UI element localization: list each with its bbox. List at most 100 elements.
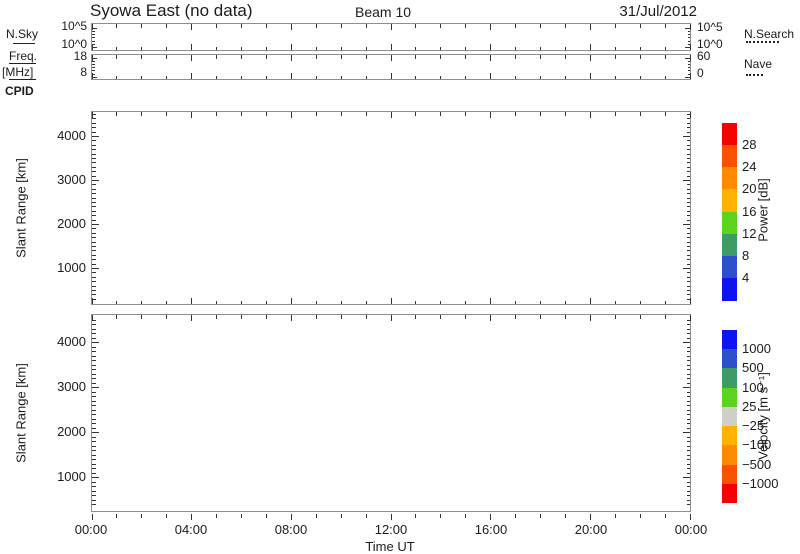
- y-axis-tick: [685, 47, 690, 48]
- x-axis-tick: [440, 24, 441, 28]
- x-axis-tick: [515, 315, 516, 319]
- x-axis-tick: [141, 112, 142, 116]
- x-axis-tick: [191, 514, 192, 520]
- freq-ytick-bottom-left: 8: [55, 66, 87, 80]
- y-axis-tick: [92, 299, 96, 300]
- y-axis-tick: [92, 464, 96, 465]
- y-axis-tick: [687, 459, 691, 460]
- x-axis-tick: [316, 47, 317, 51]
- power-ytick-4000: 4000: [38, 129, 86, 144]
- frequency-panel: [91, 54, 691, 80]
- y-axis-tick: [92, 446, 96, 447]
- y-axis-tick: [92, 233, 96, 234]
- y-axis-tick: [687, 423, 691, 424]
- y-axis-tick: [687, 176, 691, 177]
- x-axis-tick: [465, 315, 466, 319]
- colorbar-segment: [722, 278, 737, 301]
- y-axis-tick: [92, 410, 96, 411]
- x-axis-tick: [590, 55, 591, 61]
- x-axis-tick: [640, 47, 641, 51]
- y-axis-tick: [687, 264, 691, 265]
- x-axis-tick: [590, 315, 591, 321]
- x-axis-tick: [241, 24, 242, 28]
- x-axis-tick: [166, 55, 167, 59]
- x-axis-tick: [515, 301, 516, 305]
- y-axis-tick: [92, 286, 96, 287]
- y-axis-tick: [92, 419, 96, 420]
- x-axis-tick: [216, 112, 217, 116]
- x-axis-tick: [116, 24, 117, 28]
- y-axis-tick: [687, 299, 691, 300]
- x-axis-tick: [615, 24, 616, 28]
- x-axis-tick: [565, 301, 566, 305]
- y-axis-tick: [687, 383, 691, 384]
- x-axis-tick: [241, 315, 242, 319]
- x-axis-tick: [440, 47, 441, 51]
- x-axis-tick: [316, 112, 317, 116]
- y-axis-tick: [92, 329, 96, 330]
- x-axis-tick: [515, 514, 516, 518]
- x-axis-tick: [116, 47, 117, 51]
- x-axis-tick: [490, 514, 491, 520]
- power-panel: [91, 111, 691, 305]
- x-axis-tick: [415, 24, 416, 28]
- xtick-0400: 04:00: [161, 523, 221, 538]
- y-axis-tick: [92, 290, 96, 291]
- y-axis-tick: [92, 140, 96, 141]
- y-axis-tick: [687, 441, 691, 442]
- colorbar-tick-label: 4: [742, 270, 749, 285]
- x-axis-tick: [440, 315, 441, 319]
- y-axis-tick: [92, 114, 96, 115]
- y-axis-tick: [92, 255, 96, 256]
- colorbar-segment: [722, 123, 737, 146]
- y-axis-tick: [92, 167, 96, 168]
- y-axis-tick: [92, 132, 96, 133]
- y-axis-tick: [687, 428, 691, 429]
- y-axis-tick: [688, 67, 691, 68]
- colorbar-segment: [722, 330, 737, 350]
- y-axis-tick: [687, 347, 691, 348]
- x-axis-tick: [366, 76, 367, 80]
- y-axis-tick: [92, 198, 96, 199]
- x-axis-tick: [665, 315, 666, 319]
- y-axis-tick: [687, 405, 691, 406]
- y-axis-tick: [92, 67, 95, 68]
- x-axis-tick: [640, 112, 641, 116]
- x-axis-tick: [391, 514, 392, 520]
- y-axis-tick: [687, 500, 691, 501]
- x-axis-tick: [490, 112, 491, 118]
- x-axis-tick: [116, 55, 117, 59]
- x-axis-tick: [241, 76, 242, 80]
- x-axis-tick: [141, 55, 142, 59]
- y-axis-tick: [687, 255, 691, 256]
- x-axis-tick: [415, 301, 416, 305]
- y-axis-tick: [92, 356, 96, 357]
- y-axis-tick: [92, 145, 96, 146]
- power-ytick-1000: 1000: [38, 261, 86, 276]
- velocity-ytick-2000: 2000: [38, 425, 86, 440]
- xaxis-title: Time UT: [360, 540, 420, 554]
- y-axis-tick: [687, 202, 691, 203]
- x-axis-tick: [216, 315, 217, 319]
- colorbar-segment: [722, 349, 737, 369]
- y-axis-tick: [92, 294, 96, 295]
- xtick-2000: 20:00: [561, 523, 621, 538]
- y-axis-tick: [687, 410, 691, 411]
- y-axis-tick: [92, 441, 96, 442]
- y-axis-tick: [92, 47, 97, 48]
- x-axis-tick: [266, 24, 267, 28]
- y-axis-tick: [687, 486, 691, 487]
- y-axis-tick: [687, 351, 691, 352]
- colorbar-tick-label: 16: [742, 204, 756, 219]
- y-axis-tick: [687, 356, 691, 357]
- x-axis-tick: [366, 514, 367, 518]
- x-axis-tick: [665, 47, 666, 51]
- y-axis-tick: [92, 44, 95, 45]
- x-axis-tick: [615, 315, 616, 319]
- y-axis-tick: [92, 491, 96, 492]
- x-axis-tick: [465, 47, 466, 51]
- y-axis-tick: [687, 320, 691, 321]
- y-axis-tick: [92, 268, 99, 269]
- x-axis-tick: [540, 24, 541, 28]
- y-axis-tick: [687, 184, 691, 185]
